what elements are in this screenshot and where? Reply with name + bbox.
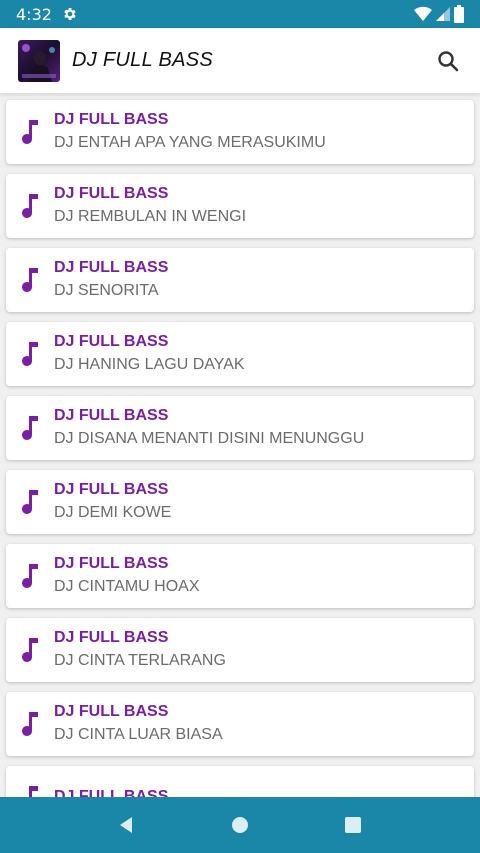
item-title: DJ FULL BASS (54, 111, 169, 128)
recents-icon (345, 817, 362, 833)
item-subtitle: DJ CINTAMU HOAX (54, 578, 200, 595)
song-list[interactable]: DJ FULL BASS DJ ENTAH APA YANG MERASUKIMU… (0, 94, 480, 797)
list-item[interactable]: DJ FULL BASS DJ CINTA TERLARANG (6, 618, 474, 682)
navigation-bar (0, 797, 480, 853)
nav-home-button[interactable] (220, 805, 260, 845)
search-button[interactable] (434, 47, 462, 75)
item-title: DJ FULL BASS (54, 788, 169, 797)
item-title: DJ FULL BASS (54, 555, 169, 572)
back-icon (119, 817, 132, 833)
music-note-icon (22, 490, 38, 514)
music-note-icon (22, 268, 38, 292)
music-note-icon (22, 120, 38, 144)
music-note-icon (22, 194, 38, 218)
status-icons (414, 5, 464, 23)
list-item[interactable]: DJ FULL BASS DJ HANING LAGU DAYAK (6, 322, 474, 386)
item-subtitle: DJ DISANA MENANTI DISINI MENUNGGU (54, 430, 365, 447)
list-item[interactable]: DJ FULL BASS DJ CINTAMU HOAX (6, 544, 474, 608)
music-note-icon (22, 638, 38, 662)
item-subtitle: DJ CINTA TERLARANG (54, 652, 226, 669)
item-subtitle: DJ ENTAH APA YANG MERASUKIMU (54, 134, 326, 151)
gear-icon (64, 8, 76, 20)
item-title: DJ FULL BASS (54, 185, 169, 202)
list-item[interactable]: DJ FULL BASS DJ SENORITA (6, 248, 474, 312)
music-note-icon (22, 416, 38, 440)
app-bar: DJ FULL BASS (0, 28, 480, 94)
nav-recents-button[interactable] (333, 805, 373, 845)
status-bar: 4:32 (0, 0, 480, 28)
wifi-icon (414, 6, 432, 22)
signal-icon (436, 7, 450, 21)
item-subtitle: DJ DEMI KOWE (54, 504, 172, 521)
list-item[interactable]: DJ FULL BASS DJ DEMI KOWE (6, 470, 474, 534)
list-item[interactable]: DJ FULL BASS DJ ENTAH APA YANG MERASUKIMU (6, 100, 474, 164)
list-item[interactable]: DJ FULL BASS DJ CINTA LUAR BIASA (6, 692, 474, 756)
battery-icon (454, 5, 464, 23)
item-title: DJ FULL BASS (54, 407, 169, 424)
list-item[interactable]: DJ FULL BASS DJ REMBULAN IN WENGI (6, 174, 474, 238)
home-icon (231, 817, 248, 833)
item-subtitle: DJ SENORITA (54, 282, 159, 299)
list-item[interactable]: DJ FULL BASS DJ DISANA MENANTI DISINI MEN… (6, 396, 474, 460)
music-note-icon (22, 342, 38, 366)
item-subtitle: DJ REMBULAN IN WENGI (54, 208, 247, 225)
music-note-icon (29, 786, 38, 797)
app-logo (18, 39, 60, 82)
item-title: DJ FULL BASS (54, 629, 169, 646)
music-note-icon (22, 712, 38, 736)
item-title: DJ FULL BASS (54, 259, 169, 276)
app-title: DJ FULL BASS (72, 49, 214, 71)
list-item[interactable]: DJ FULL BASS (6, 766, 474, 797)
item-title: DJ FULL BASS (54, 333, 169, 350)
music-note-icon (22, 564, 38, 588)
item-title: DJ FULL BASS (54, 481, 169, 498)
item-subtitle: DJ HANING LAGU DAYAK (54, 356, 245, 373)
status-time: 4:32 (16, 4, 52, 24)
item-subtitle: DJ CINTA LUAR BIASA (54, 726, 223, 743)
nav-back-button[interactable] (107, 805, 147, 845)
search-icon (438, 50, 459, 71)
item-title: DJ FULL BASS (54, 703, 169, 720)
